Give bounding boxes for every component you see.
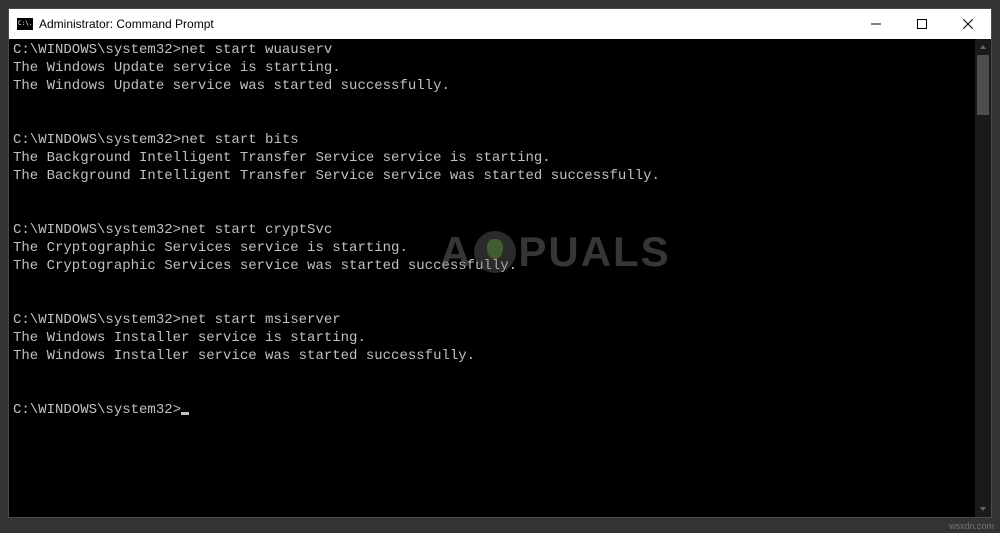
command-line: C:\WINDOWS\system32>net start bits	[13, 131, 987, 149]
output-line: The Windows Installer service was starte…	[13, 347, 987, 365]
command-line: C:\WINDOWS\system32>net start wuauserv	[13, 41, 987, 59]
output-line	[13, 383, 987, 401]
command-prompt-window: C:\. Administrator: Command Prompt C:\WI…	[8, 8, 992, 518]
output-line	[13, 113, 987, 131]
minimize-button[interactable]	[853, 9, 899, 39]
output-line	[13, 203, 987, 221]
output-line	[13, 365, 987, 383]
cursor	[181, 412, 189, 415]
scroll-up-button[interactable]	[975, 39, 991, 55]
scroll-down-button[interactable]	[975, 501, 991, 517]
window-controls	[853, 9, 991, 39]
titlebar[interactable]: C:\. Administrator: Command Prompt	[9, 9, 991, 39]
command-line: C:\WINDOWS\system32>net start cryptSvc	[13, 221, 987, 239]
output-line	[13, 185, 987, 203]
output-line: The Windows Installer service is startin…	[13, 329, 987, 347]
output-line	[13, 275, 987, 293]
output-line: The Windows Update service is starting.	[13, 59, 987, 77]
window-title: Administrator: Command Prompt	[39, 17, 853, 31]
output-line: The Cryptographic Services service was s…	[13, 257, 987, 275]
output-line: The Background Intelligent Transfer Serv…	[13, 149, 987, 167]
terminal-body[interactable]: C:\WINDOWS\system32>net start wuauservTh…	[9, 39, 991, 517]
command-line: C:\WINDOWS\system32>net start msiserver	[13, 311, 987, 329]
terminal-content[interactable]: C:\WINDOWS\system32>net start wuauservTh…	[9, 39, 991, 421]
maximize-button[interactable]	[899, 9, 945, 39]
output-line: The Windows Update service was started s…	[13, 77, 987, 95]
cmd-icon: C:\.	[17, 18, 33, 30]
prompt-line: C:\WINDOWS\system32>	[13, 401, 987, 419]
output-line: The Background Intelligent Transfer Serv…	[13, 167, 987, 185]
attribution-text: wsxdn.com	[949, 521, 994, 531]
output-line	[13, 293, 987, 311]
close-button[interactable]	[945, 9, 991, 39]
scrollbar-thumb[interactable]	[977, 55, 989, 115]
scrollbar-vertical[interactable]	[975, 39, 991, 517]
output-line	[13, 95, 987, 113]
output-line: The Cryptographic Services service is st…	[13, 239, 987, 257]
